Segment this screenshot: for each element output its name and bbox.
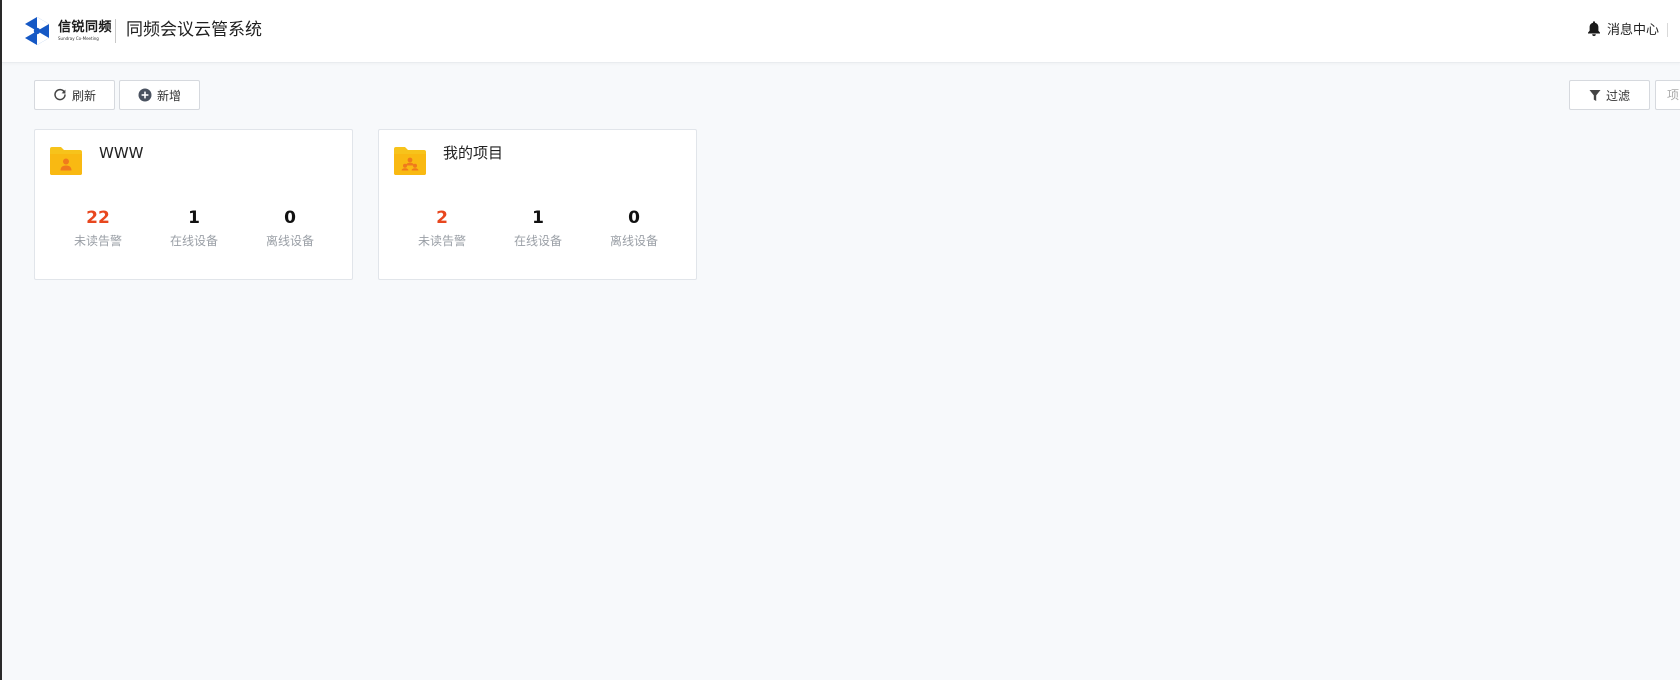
refresh-button[interactable]: 刷新 bbox=[34, 80, 115, 110]
filter-icon bbox=[1589, 89, 1601, 101]
filter-button[interactable]: 过滤 bbox=[1569, 80, 1650, 110]
project-stats: 2 未读告警 1 在线设备 0 离线设备 bbox=[379, 206, 696, 256]
message-center-label: 消息中心 bbox=[1606, 23, 1659, 38]
stat-unread-alarms[interactable]: 22 未读告警 bbox=[50, 206, 146, 249]
stat-online-devices[interactable]: 1 在线设备 bbox=[146, 206, 242, 249]
logo-divider bbox=[115, 19, 116, 43]
stat-value: 22 bbox=[86, 208, 110, 228]
add-label: 新增 bbox=[156, 88, 181, 103]
stat-label: 离线设备 bbox=[265, 234, 314, 248]
stat-label: 离线设备 bbox=[609, 234, 658, 248]
add-button[interactable]: 新增 bbox=[119, 80, 200, 110]
folder-team-icon bbox=[394, 147, 426, 175]
stat-value: 1 bbox=[188, 208, 200, 228]
stat-label: 在线设备 bbox=[169, 234, 218, 248]
folder-user-icon bbox=[50, 147, 82, 175]
project-select-partial-label: 项 bbox=[1667, 88, 1680, 102]
stat-unread-alarms[interactable]: 2 未读告警 bbox=[394, 206, 490, 249]
project-title: 我的项目 bbox=[443, 144, 504, 162]
stat-value: 0 bbox=[284, 208, 296, 228]
window-left-edge bbox=[0, 0, 2, 680]
stat-label: 在线设备 bbox=[513, 234, 562, 248]
message-center-button[interactable]: 消息中心 bbox=[1586, 19, 1659, 38]
refresh-icon bbox=[54, 88, 66, 101]
plus-circle-icon bbox=[138, 88, 152, 102]
logo-name: 信锐同频 bbox=[58, 20, 113, 35]
top-header: 信锐同频 Sundray Co-Meeting 同频会议云管系统 消息中心 bbox=[2, 0, 1680, 63]
stat-offline-devices[interactable]: 0 离线设备 bbox=[586, 206, 682, 249]
header-separator bbox=[1667, 23, 1668, 37]
project-stats: 22 未读告警 1 在线设备 0 离线设备 bbox=[35, 206, 352, 256]
project-card[interactable]: 我的项目 2 未读告警 1 在线设备 0 离线设备 bbox=[378, 129, 697, 280]
logo-subtitle: Sundray Co-Meeting bbox=[58, 36, 99, 41]
project-select-partial[interactable]: 项 bbox=[1655, 80, 1680, 110]
stat-label: 未读告警 bbox=[73, 234, 122, 248]
refresh-label: 刷新 bbox=[71, 88, 96, 103]
stat-value: 1 bbox=[532, 208, 544, 228]
project-card[interactable]: WWW 22 未读告警 1 在线设备 0 离线设备 bbox=[34, 129, 353, 280]
sundray-logo-icon bbox=[25, 17, 49, 45]
brand-logo[interactable]: 信锐同频 Sundray Co-Meeting bbox=[22, 16, 112, 46]
system-title: 同频会议云管系统 bbox=[126, 20, 262, 40]
stat-value: 0 bbox=[628, 208, 640, 228]
stat-label: 未读告警 bbox=[417, 234, 466, 248]
stat-offline-devices[interactable]: 0 离线设备 bbox=[242, 206, 338, 249]
filter-label: 过滤 bbox=[1605, 88, 1630, 103]
stat-online-devices[interactable]: 1 在线设备 bbox=[490, 206, 586, 249]
stat-value: 2 bbox=[436, 208, 448, 228]
project-title: WWW bbox=[99, 144, 144, 162]
bell-icon bbox=[1587, 21, 1600, 37]
